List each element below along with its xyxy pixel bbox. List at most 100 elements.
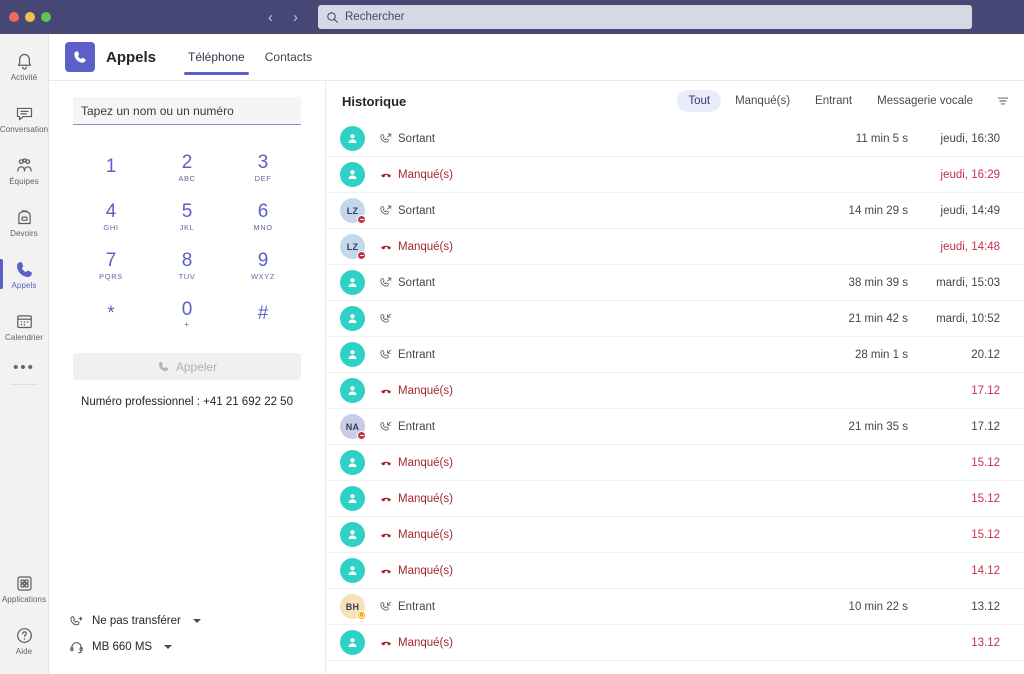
sidebar-item-aide[interactable]: Aide bbox=[0, 616, 49, 664]
dial-key-digit: * bbox=[107, 304, 114, 324]
dial-key-hash[interactable]: # bbox=[225, 290, 301, 339]
call-type bbox=[379, 312, 499, 326]
call-type: Manqué(s) bbox=[379, 528, 499, 542]
dial-key-1[interactable]: 1 bbox=[73, 143, 149, 192]
main-area: Appels Téléphone Contacts 1 bbox=[49, 34, 1024, 674]
sidebar-more-button[interactable]: ••• bbox=[13, 354, 35, 380]
call-history-row[interactable]: Manqué(s)17.12 bbox=[326, 373, 1024, 409]
call-type: Manqué(s) bbox=[379, 564, 499, 578]
call-duration: 21 min 42 s bbox=[812, 313, 908, 325]
dial-key-5[interactable]: 5 JKL bbox=[149, 192, 225, 241]
sidebar-item-devoirs[interactable]: Devoirs bbox=[0, 198, 49, 246]
teams-icon bbox=[14, 155, 35, 176]
call-history-row[interactable]: Manqué(s) 15.12 bbox=[326, 517, 1024, 553]
call-date: 15.12 bbox=[908, 529, 1000, 541]
call-incoming-icon bbox=[379, 600, 393, 614]
call-history-row[interactable]: Manqué(s)13.12 bbox=[326, 625, 1024, 661]
dialpad-footer: Ne pas transférer MB 660 MS bbox=[49, 608, 325, 674]
call-history-row[interactable]: Entrant28 min 1 s20.12 bbox=[326, 337, 1024, 373]
call-date: jeudi, 16:29 bbox=[908, 169, 1000, 181]
sidebar-item-equipes[interactable]: Équipes bbox=[0, 146, 49, 194]
help-circle-icon bbox=[14, 625, 35, 646]
dial-key-digit: 6 bbox=[258, 202, 269, 222]
filter-manques[interactable]: Manqué(s) bbox=[724, 90, 801, 112]
history-title: Historique bbox=[342, 94, 406, 109]
call-history-row[interactable]: Manqué(s)jeudi, 16:29 bbox=[326, 157, 1024, 193]
dial-number-input[interactable] bbox=[73, 97, 301, 125]
call-forward-setting[interactable]: Ne pas transférer bbox=[69, 608, 325, 634]
call-date: mardi, 15:03 bbox=[908, 277, 1000, 289]
dial-key-star[interactable]: * bbox=[73, 290, 149, 339]
call-history-row[interactable]: Manqué(s)14.12 bbox=[326, 553, 1024, 589]
dial-key-digit: 2 bbox=[182, 153, 193, 173]
filter-entrant[interactable]: Entrant bbox=[804, 90, 863, 112]
chevron-down-icon[interactable] bbox=[164, 645, 172, 649]
chevron-down-icon[interactable] bbox=[193, 619, 201, 623]
call-duration: 28 min 1 s bbox=[812, 349, 908, 361]
dial-key-6[interactable]: 6 MNO bbox=[225, 192, 301, 241]
call-history-row[interactable]: Sortant38 min 39 smardi, 15:03 bbox=[326, 265, 1024, 301]
dial-key-7[interactable]: 7 PQRS bbox=[73, 241, 149, 290]
call-history-row[interactable]: Manqué(s)15.12 bbox=[326, 445, 1024, 481]
call-missed-icon bbox=[379, 564, 393, 578]
minimize-window-button[interactable] bbox=[25, 12, 35, 22]
call-button[interactable]: Appeler bbox=[73, 353, 301, 380]
status-badge-do-not-disturb bbox=[357, 251, 366, 260]
sidebar-item-calendrier[interactable]: Calendrier bbox=[0, 302, 49, 350]
dial-key-9[interactable]: 9 WXYZ bbox=[225, 241, 301, 290]
maximize-window-button[interactable] bbox=[41, 12, 51, 22]
search-icon bbox=[326, 11, 339, 24]
forward-arrow-icon[interactable]: › bbox=[289, 8, 302, 27]
dial-key-letters: JKL bbox=[180, 224, 195, 232]
sidebar-item-conversation[interactable]: Conversation bbox=[0, 94, 49, 142]
filter-messagerie-vocale[interactable]: Messagerie vocale bbox=[866, 90, 984, 112]
call-type-label: Sortant bbox=[398, 205, 435, 217]
filter-options-button[interactable] bbox=[992, 90, 1014, 112]
call-date: jeudi, 14:49 bbox=[908, 205, 1000, 217]
dial-key-digit: 0 bbox=[182, 300, 193, 320]
dial-key-2[interactable]: 2 ABC bbox=[149, 143, 225, 192]
search-input[interactable]: Rechercher bbox=[318, 5, 972, 29]
call-history-row[interactable]: 21 min 42 smardi, 10:52 bbox=[326, 301, 1024, 337]
person-silhouette-icon bbox=[345, 311, 360, 326]
person-silhouette-icon bbox=[345, 131, 360, 146]
call-type-label: Entrant bbox=[398, 421, 435, 433]
sidebar-item-appels[interactable]: Appels bbox=[0, 250, 49, 298]
call-date: 17.12 bbox=[908, 385, 1000, 397]
call-date: 13.12 bbox=[908, 637, 1000, 649]
tab-telephone[interactable]: Téléphone bbox=[178, 34, 255, 81]
filter-tout[interactable]: Tout bbox=[677, 90, 721, 112]
call-type: Entrant bbox=[379, 348, 499, 362]
call-history-row[interactable]: Sortant11 min 5 sjeudi, 16:30 bbox=[326, 121, 1024, 157]
call-duration: 10 min 22 s bbox=[812, 601, 908, 613]
dial-key-4[interactable]: 4 GHI bbox=[73, 192, 149, 241]
call-history-row[interactable]: BHEntrant10 min 22 s13.12 bbox=[326, 589, 1024, 625]
call-type-label: Manqué(s) bbox=[398, 529, 453, 541]
tab-contacts[interactable]: Contacts bbox=[255, 34, 322, 81]
close-window-button[interactable] bbox=[9, 12, 19, 22]
call-history-row[interactable]: LZSortant14 min 29 sjeudi, 14:49 bbox=[326, 193, 1024, 229]
back-arrow-icon[interactable]: ‹ bbox=[264, 8, 277, 27]
avatar bbox=[340, 522, 365, 547]
call-date: jeudi, 16:30 bbox=[908, 133, 1000, 145]
audio-device-setting[interactable]: MB 660 MS bbox=[69, 634, 325, 660]
page-title: Appels bbox=[106, 49, 156, 66]
sidebar-item-activite[interactable]: Activité bbox=[0, 42, 49, 90]
dial-key-8[interactable]: 8 TUV bbox=[149, 241, 225, 290]
call-type: Entrant bbox=[379, 600, 499, 614]
avatar bbox=[340, 306, 365, 331]
dial-key-letters: WXYZ bbox=[251, 273, 275, 281]
phone-icon bbox=[14, 259, 35, 280]
app-tabs: Téléphone Contacts bbox=[178, 34, 322, 81]
call-date: 15.12 bbox=[908, 493, 1000, 505]
call-type: Manqué(s) bbox=[379, 240, 499, 254]
sidebar-item-applications[interactable]: Applications bbox=[0, 564, 49, 612]
dial-key-digit: 8 bbox=[182, 251, 193, 271]
person-silhouette-icon bbox=[345, 563, 360, 578]
call-history-row[interactable]: NAEntrant21 min 35 s17.12 bbox=[326, 409, 1024, 445]
call-history-row[interactable]: LZManqué(s)jeudi, 14:48 bbox=[326, 229, 1024, 265]
call-history-row[interactable]: Manqué(s)15.12 bbox=[326, 481, 1024, 517]
dial-key-3[interactable]: 3 DEF bbox=[225, 143, 301, 192]
call-type: Sortant bbox=[379, 204, 499, 218]
dial-key-0[interactable]: 0 + bbox=[149, 290, 225, 339]
